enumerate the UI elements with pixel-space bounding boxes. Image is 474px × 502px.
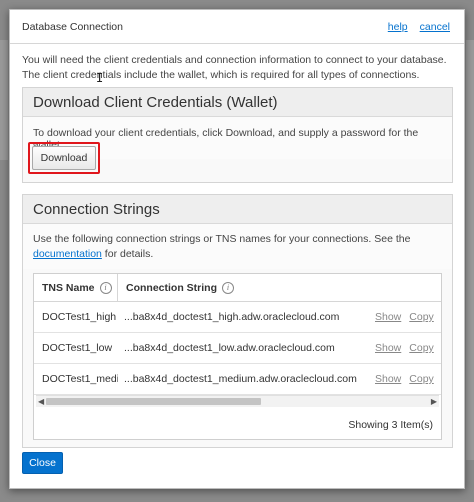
cancel-link[interactable]: cancel [420, 21, 450, 33]
documentation-link[interactable]: documentation [33, 248, 102, 260]
copy-link[interactable]: Copy [409, 311, 434, 323]
copy-link[interactable]: Copy [409, 342, 434, 354]
row-actions: Show Copy [373, 373, 434, 385]
connection-strings-table: TNS Name i Connection String i DOCTest1_… [33, 273, 442, 440]
database-connection-dialog: Database Connection help cancel You will… [9, 9, 465, 489]
copy-link[interactable]: Copy [409, 373, 434, 385]
dialog-header: Database Connection help cancel [10, 10, 464, 44]
tns-name-cell: DOCTest1_high [42, 311, 117, 323]
text-cursor-icon: I [96, 71, 104, 85]
scroll-right-icon[interactable]: ▶ [429, 397, 439, 406]
background-fragment [466, 40, 474, 460]
connection-strings-body: Use the following connection strings or … [23, 224, 452, 269]
wallet-panel: Download Client Credentials (Wallet) To … [22, 87, 453, 183]
close-button[interactable]: Close [22, 452, 63, 474]
scroll-left-icon[interactable]: ◀ [36, 397, 46, 406]
description-text-start: Use the following connection strings or … [33, 233, 411, 245]
table-row: DOCTest1_high ...ba8x4d_doctest1_high.ad… [34, 302, 441, 333]
column-header-connection-string[interactable]: Connection String i [118, 274, 441, 301]
info-icon[interactable]: i [99, 281, 112, 294]
info-icon[interactable]: i [222, 281, 234, 294]
horizontal-scrollbar[interactable]: ◀ ▶ [36, 395, 439, 407]
column-header-tns-name[interactable]: TNS Name i [34, 274, 118, 301]
dialog-title: Database Connection [22, 20, 123, 33]
connection-string-cell: ...ba8x4d_doctest1_high.adw.oraclecloud.… [124, 311, 340, 323]
show-link[interactable]: Show [375, 342, 401, 354]
dialog-header-links: help cancel [388, 21, 450, 33]
connection-strings-panel: Connection Strings Use the following con… [22, 194, 453, 448]
column-header-label: TNS Name [42, 281, 95, 294]
row-actions: Show Copy [373, 311, 434, 323]
connection-strings-description: Use the following connection strings or … [33, 232, 442, 261]
row-actions: Show Copy [373, 342, 434, 354]
show-link[interactable]: Show [375, 311, 401, 323]
table-row: DOCTest1_low ...ba8x4d_doctest1_low.adw.… [34, 333, 441, 364]
wallet-panel-heading: Download Client Credentials (Wallet) [23, 88, 452, 117]
table-row: DOCTest1_medium ...ba8x4d_doctest1_mediu… [34, 364, 441, 395]
show-link[interactable]: Show [375, 373, 401, 385]
connection-string-cell: ...ba8x4d_doctest1_medium.adw.oracleclou… [124, 373, 357, 385]
help-link[interactable]: help [388, 21, 408, 33]
table-header: TNS Name i Connection String i [34, 274, 441, 302]
dialog-intro-text: You will need the client credentials and… [22, 54, 447, 81]
background-fragment [0, 40, 8, 160]
connection-string-cell: ...ba8x4d_doctest1_low.adw.oraclecloud.c… [124, 342, 335, 354]
tns-name-cell: DOCTest1_low [42, 342, 113, 354]
tns-name-cell: DOCTest1_medium [42, 373, 118, 385]
connection-strings-heading: Connection Strings [23, 195, 452, 224]
column-header-label: Connection String [126, 281, 217, 294]
scrollbar-thumb[interactable] [46, 398, 261, 405]
download-button[interactable]: Download [32, 146, 96, 170]
description-text-end: for details. [101, 247, 154, 260]
item-count: Showing 3 Item(s) [348, 419, 433, 431]
